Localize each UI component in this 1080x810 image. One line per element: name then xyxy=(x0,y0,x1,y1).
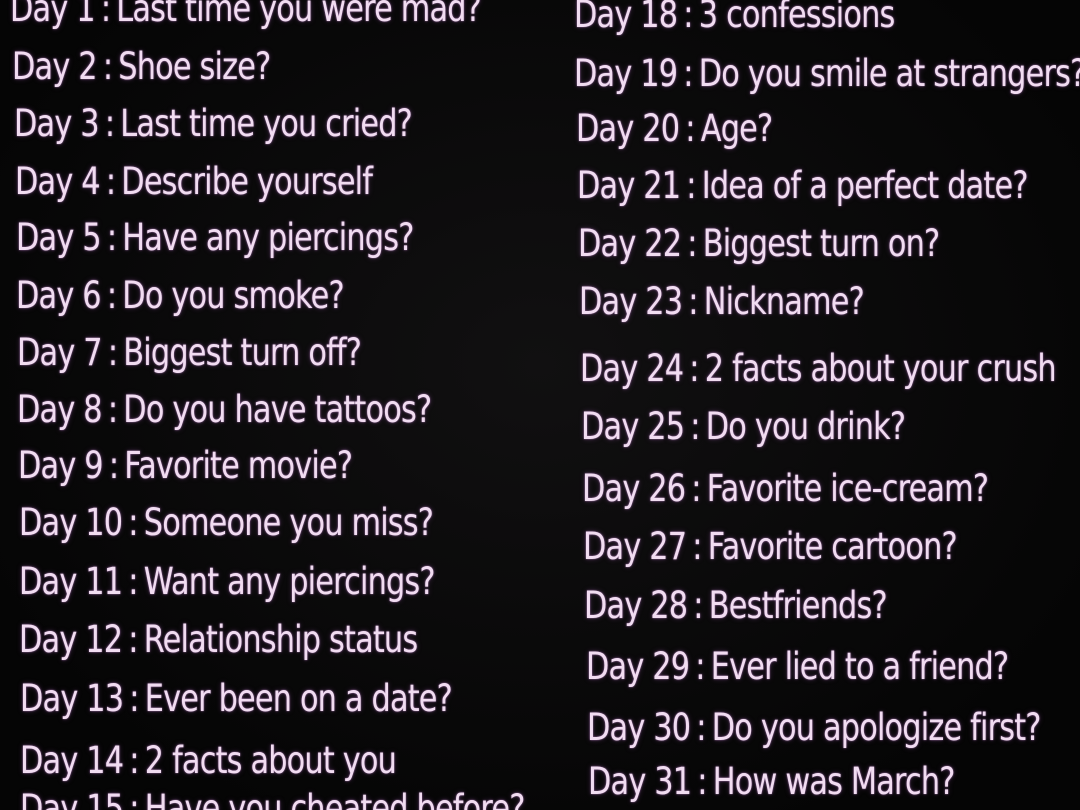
question-text: 3 confessions xyxy=(698,0,896,36)
question-text: Ever been on a date? xyxy=(144,677,453,720)
list-item: Day 13: Ever been on a date? xyxy=(20,677,453,720)
question-text: Last time you were mad? xyxy=(116,0,482,30)
list-item: Day 31: How was March? xyxy=(588,760,956,803)
list-item: Day 1: Last time you were mad? xyxy=(10,0,482,30)
list-item: Day 27: Favorite cartoon? xyxy=(583,525,958,568)
day-number: Day 26 xyxy=(582,467,686,510)
list-item: Day 26: Favorite ice-cream? xyxy=(582,467,989,510)
list-item: Day 9: Favorite movie? xyxy=(18,444,353,487)
list-item: Day 15: Have you cheated before? xyxy=(20,790,525,810)
right-column: Day 18:3 confessions Day 19: Do you smile… xyxy=(540,0,1080,810)
question-text: Do you smile at strangers? xyxy=(698,52,1080,95)
day-number: Day 8 xyxy=(17,388,103,431)
day-number: Day 1 xyxy=(10,0,96,30)
day-number: Day 29 xyxy=(586,645,690,688)
day-number: Day 7 xyxy=(17,331,103,374)
day-number: Day 19 xyxy=(574,52,678,95)
day-number: Day 28 xyxy=(584,584,688,627)
day-number: Day 12 xyxy=(19,618,123,661)
list-item: Day 25: Do you drink? xyxy=(581,405,906,448)
question-text: Idea of a perfect date? xyxy=(701,164,1029,207)
list-item: Day 3: Last time you cried? xyxy=(14,102,413,145)
question-text: Do you have tattoos? xyxy=(123,388,432,431)
day-number: Day 27 xyxy=(583,525,687,568)
list-item: Day 19: Do you smile at strangers? xyxy=(574,55,1080,92)
question-text: Favorite ice-cream? xyxy=(706,467,989,510)
day-number: Day 10 xyxy=(19,501,123,544)
question-text: Someone you miss? xyxy=(143,501,434,544)
list-item: Day 10: Someone you miss? xyxy=(19,501,434,544)
list-item: Day 28: Bestfriends? xyxy=(584,584,888,627)
question-text: Biggest turn on? xyxy=(702,222,940,265)
question-text: Want any piercings? xyxy=(143,560,436,603)
list-item: Day 12: Relationship status xyxy=(19,618,418,661)
day-number: Day 20 xyxy=(576,107,680,150)
list-item: Day 24:2 facts about your crush xyxy=(580,347,1057,390)
question-text: Favorite cartoon? xyxy=(707,525,958,568)
list-item: Day 7: Biggest turn off? xyxy=(17,331,362,374)
day-number: Day 18 xyxy=(574,0,678,36)
list-item: Day 6: Do you smoke? xyxy=(16,274,345,317)
list-item: Day 8: Do you have tattoos? xyxy=(17,388,432,431)
list-item: Day 5: Have any piercings? xyxy=(16,216,414,259)
day-number: Day 6 xyxy=(16,274,102,317)
question-text: Nickname? xyxy=(703,280,865,323)
question-text: Have any piercings? xyxy=(122,216,414,259)
question-text: 2 facts about you xyxy=(144,739,397,782)
day-number: Day 23 xyxy=(579,280,683,323)
list-item: Day 21: Idea of a perfect date? xyxy=(577,164,1029,207)
day-number: Day 3 xyxy=(14,102,100,145)
question-text: Do you apologize first? xyxy=(711,706,1042,749)
question-text: Last time you cried? xyxy=(120,102,412,145)
challenge-graphic: Day 1: Last time you were mad? Day 2: Shoe… xyxy=(0,0,1080,810)
day-number: Day 31 xyxy=(588,760,692,803)
day-number: Day 15 xyxy=(20,787,124,810)
list-item: Day 30: Do you apologize first? xyxy=(587,706,1042,749)
list-item: Day 22: Biggest turn on? xyxy=(578,222,940,265)
question-text: How was March? xyxy=(712,760,956,803)
question-text: Ever lied to a friend? xyxy=(710,645,1009,688)
day-number: Day 13 xyxy=(20,677,124,720)
list-item: Day 20: Age? xyxy=(576,107,773,150)
day-number: Day 24 xyxy=(580,347,684,390)
question-text: Age? xyxy=(700,107,773,150)
list-item: Day 2: Shoe size? xyxy=(12,45,271,88)
list-item: Day 23: Nickname? xyxy=(579,280,865,323)
question-text: Favorite movie? xyxy=(124,444,353,487)
day-number: Day 11 xyxy=(19,560,123,603)
left-column: Day 1: Last time you were mad? Day 2: Shoe… xyxy=(0,0,540,810)
day-number: Day 4 xyxy=(15,160,101,203)
list-item: Day 14:2 facts about you xyxy=(20,739,397,782)
day-number: Day 2 xyxy=(12,45,98,88)
list-item: Day 29: Ever lied to a friend? xyxy=(586,645,1009,688)
question-text: Do you smoke? xyxy=(122,274,344,317)
question-text: Describe yourself xyxy=(121,160,373,203)
question-text: Relationship status xyxy=(143,618,418,661)
question-text: Biggest turn off? xyxy=(123,331,362,374)
question-text: Bestfriends? xyxy=(708,584,888,627)
list-item: Day 18:3 confessions xyxy=(574,0,895,33)
question-text: Do you drink? xyxy=(705,405,906,448)
question-text: Have you cheated before? xyxy=(144,787,526,810)
day-number: Day 14 xyxy=(20,739,124,782)
day-number: Day 5 xyxy=(16,216,102,259)
question-text: Shoe size? xyxy=(118,45,271,88)
day-number: Day 9 xyxy=(18,444,104,487)
list-item: Day 11: Want any piercings? xyxy=(19,560,436,603)
day-number: Day 25 xyxy=(581,405,685,448)
day-number: Day 30 xyxy=(587,706,691,749)
question-text: 2 facts about your crush xyxy=(704,347,1057,390)
list-item: Day 4: Describe yourself xyxy=(15,160,373,203)
day-number: Day 21 xyxy=(577,164,681,207)
day-number: Day 22 xyxy=(578,222,682,265)
